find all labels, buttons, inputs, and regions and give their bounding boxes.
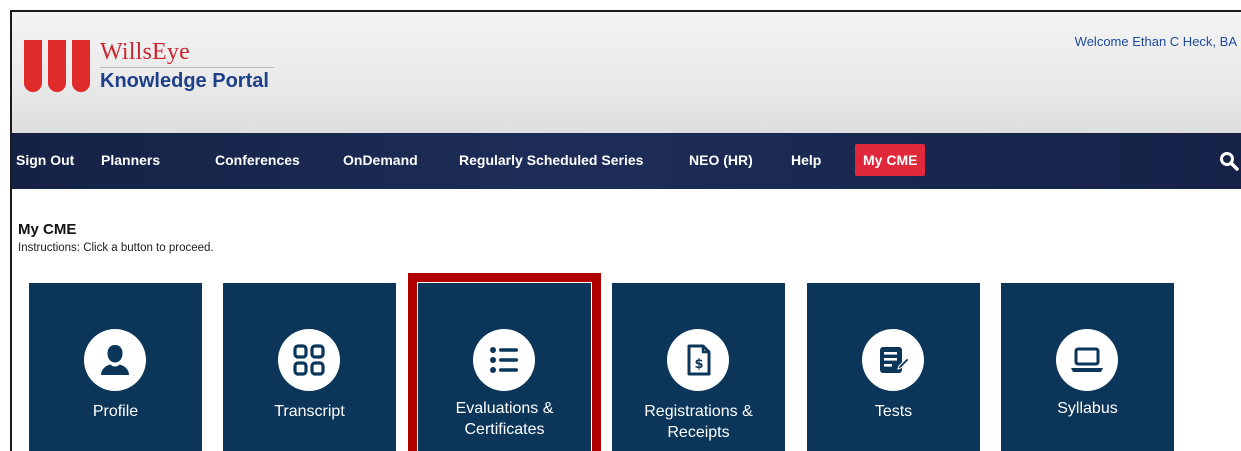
- registrations-receipts-tile[interactable]: $ Registrations & Receipts: [612, 283, 785, 451]
- profile-tile[interactable]: Profile: [29, 283, 202, 451]
- receipt-icon: $: [687, 344, 711, 376]
- registrations-receipts-label: Registrations & Receipts: [644, 403, 753, 441]
- cme-tiles: Profile Transcript Evaluations & Certifi…: [12, 12, 1241, 451]
- browser-frame: WillsEye Knowledge Portal Welcome Ethan …: [10, 10, 1241, 451]
- tests-icon-circle: [862, 329, 924, 391]
- syllabus-tile[interactable]: Syllabus: [1001, 283, 1174, 451]
- laptop-icon: [1071, 347, 1103, 372]
- transcript-tile[interactable]: Transcript: [223, 283, 396, 451]
- person-icon: [101, 345, 129, 375]
- syllabus-icon-circle: [1056, 329, 1118, 391]
- registrations-icon-circle: $: [667, 329, 729, 391]
- tests-tile[interactable]: Tests: [807, 283, 980, 451]
- grid-icon: [293, 344, 325, 376]
- highlight-box: [408, 273, 601, 451]
- syllabus-label: Syllabus: [1057, 400, 1118, 417]
- document-icon: [880, 347, 910, 373]
- svg-text:$: $: [694, 357, 703, 372]
- profile-label: Profile: [92, 403, 139, 420]
- transcript-label: Transcript: [274, 403, 345, 420]
- tests-label: Tests: [874, 403, 913, 420]
- profile-icon-circle: [84, 329, 146, 391]
- transcript-icon-circle: [278, 329, 340, 391]
